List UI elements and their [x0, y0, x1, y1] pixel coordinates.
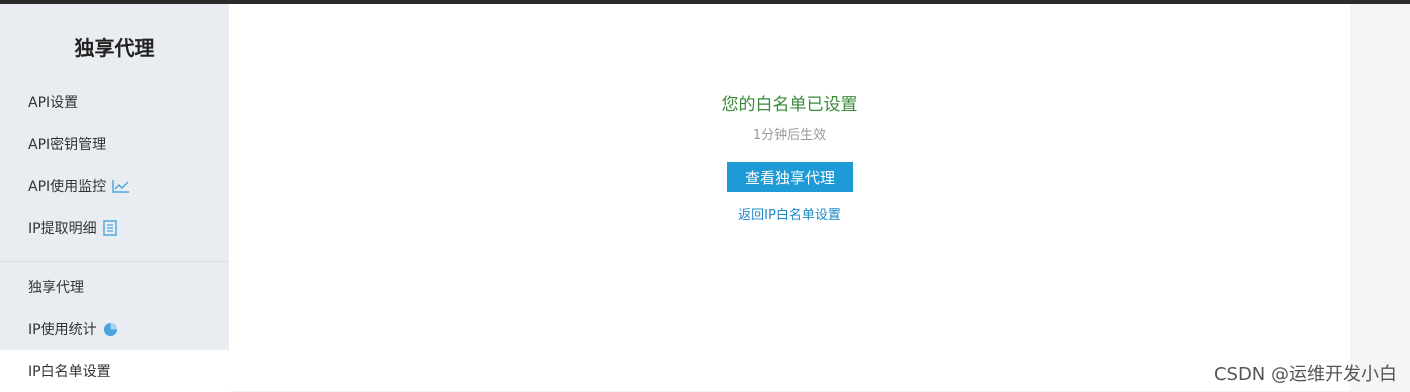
- sidebar-item-label: IP提取明细: [28, 221, 97, 237]
- sidebar-item-ip-extract-detail[interactable]: IP提取明细: [0, 207, 229, 249]
- sidebar-divider: [0, 261, 229, 262]
- sidebar-item-exclusive-proxy[interactable]: 独享代理: [0, 266, 229, 308]
- sidebar-item-label: 独享代理: [28, 280, 84, 296]
- sidebar-item-label: IP白名单设置: [28, 364, 111, 380]
- effective-notice: 1分钟后生效: [752, 128, 827, 143]
- sidebar-item-label: API设置: [28, 95, 79, 111]
- document-icon: [102, 220, 117, 236]
- sidebar-item-label: IP使用统计: [28, 322, 97, 338]
- sidebar-item-label: API使用监控: [28, 179, 107, 195]
- sidebar-item-api-key-management[interactable]: API密钥管理: [0, 123, 229, 165]
- right-margin: [1350, 4, 1410, 391]
- sidebar-item-label: API密钥管理: [28, 137, 107, 153]
- back-to-whitelist-link[interactable]: 返回IP白名单设置: [229, 204, 1350, 223]
- sidebar-title: 独享代理: [74, 36, 155, 60]
- sidebar-item-api-usage-monitor[interactable]: API使用监控: [0, 165, 229, 207]
- back-to-whitelist-link-label[interactable]: 返回IP白名单设置: [738, 208, 841, 223]
- sidebar-item-ip-whitelist-settings[interactable]: IP白名单设置: [0, 350, 229, 392]
- sidebar-item-api-settings[interactable]: API设置: [0, 81, 229, 123]
- sidebar: 独享代理 API设置 API密钥管理 API使用监控 IP提取明细 独享代理 I…: [0, 4, 229, 392]
- success-title: 您的白名单已设置: [721, 95, 858, 115]
- pie-chart-icon: [103, 322, 118, 337]
- sidebar-item-ip-usage-stats[interactable]: IP使用统计: [0, 308, 229, 350]
- watermark: CSDN @运维开发小白: [1213, 364, 1397, 385]
- line-chart-icon: [112, 179, 130, 193]
- main-content: 您的白名单已设置 1分钟后生效 查看独享代理 返回IP白名单设置: [229, 4, 1350, 391]
- view-exclusive-proxy-button[interactable]: 查看独享代理: [727, 162, 853, 192]
